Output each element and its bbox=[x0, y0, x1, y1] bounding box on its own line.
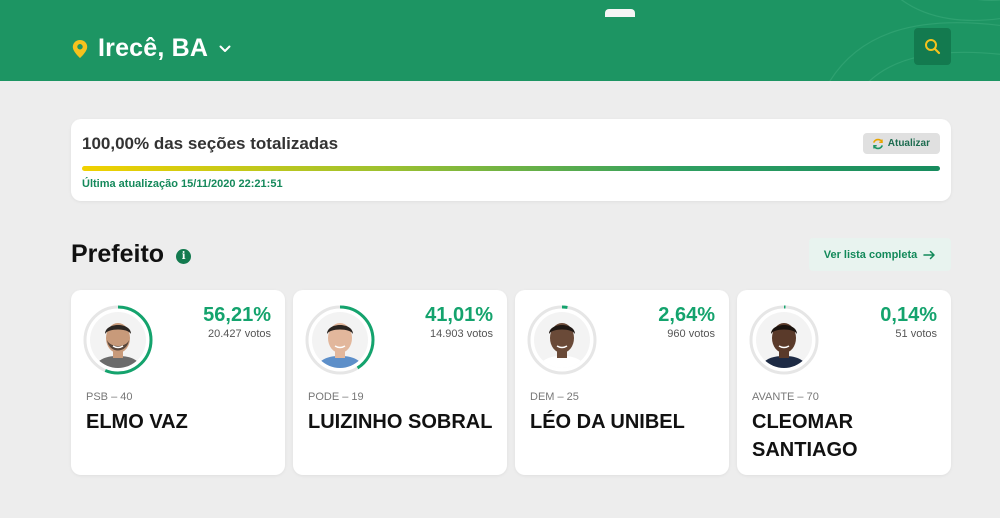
see-full-list-button[interactable]: Ver lista completa bbox=[809, 238, 951, 271]
party-number: PODE – 19 bbox=[308, 391, 364, 403]
location-selector[interactable]: Irecê, BA bbox=[72, 34, 231, 63]
candidate-cards: 56,21% 20.427 votos PSB – 40 ELMO VAZ 41… bbox=[71, 290, 951, 475]
candidate-card[interactable]: 0,14% 51 votos AVANTE – 70 CLEOMAR SANTI… bbox=[737, 290, 951, 475]
candidate-card[interactable]: 2,64% 960 votos DEM – 25 LÉO DA UNIBEL bbox=[515, 290, 729, 475]
candidate-photo bbox=[756, 312, 812, 368]
candidate-name: LÉO DA UNIBEL bbox=[530, 411, 685, 433]
candidate-card[interactable]: 41,01% 14.903 votos PODE – 19 LUIZINHO S… bbox=[293, 290, 507, 475]
refresh-button[interactable]: Atualizar bbox=[862, 133, 940, 154]
candidate-photo bbox=[90, 312, 146, 368]
search-button[interactable] bbox=[914, 28, 951, 65]
vote-percentage: 2,64% bbox=[658, 304, 715, 326]
location-pin-icon bbox=[72, 39, 88, 58]
candidate-avatar bbox=[527, 305, 597, 375]
totalization-status-card: 100,00% das seções totalizadas Atualizar… bbox=[71, 119, 951, 201]
progress-fill bbox=[82, 166, 940, 171]
vote-count: 960 votos bbox=[667, 328, 715, 340]
vote-percentage: 56,21% bbox=[203, 304, 271, 326]
candidate-photo bbox=[534, 312, 590, 368]
top-header: Irecê, BA bbox=[0, 0, 1000, 81]
vote-percentage: 0,14% bbox=[880, 304, 937, 326]
vote-count: 51 votos bbox=[895, 328, 937, 340]
decorative-waves bbox=[829, 0, 1000, 81]
search-icon bbox=[925, 39, 941, 55]
vote-percentage: 41,01% bbox=[425, 304, 493, 326]
vote-count: 20.427 votos bbox=[208, 328, 271, 340]
last-update-text: Última atualização 15/11/2020 22:21:51 bbox=[82, 178, 283, 190]
chevron-down-icon bbox=[219, 45, 231, 52]
info-icon[interactable]: i bbox=[176, 248, 192, 264]
totalization-title: 100,00% das seções totalizadas bbox=[82, 134, 339, 153]
candidate-card[interactable]: 56,21% 20.427 votos PSB – 40 ELMO VAZ bbox=[71, 290, 285, 475]
vote-count: 14.903 votos bbox=[430, 328, 493, 340]
see-full-list-label: Ver lista completa bbox=[823, 248, 918, 261]
section-title: Prefeito bbox=[71, 240, 165, 268]
header-tab-indicator bbox=[605, 9, 635, 17]
party-number: PSB – 40 bbox=[86, 391, 133, 403]
location-name: Irecê, BA bbox=[98, 34, 209, 62]
section-header: Prefeito i bbox=[71, 240, 192, 269]
totalization-progress-bar bbox=[82, 166, 940, 171]
candidate-avatar bbox=[83, 305, 153, 375]
candidate-name: LUIZINHO SOBRAL bbox=[308, 411, 493, 433]
party-number: AVANTE – 70 bbox=[752, 391, 819, 403]
arrow-right-icon bbox=[923, 250, 936, 259]
candidate-name: ELMO VAZ bbox=[86, 411, 188, 433]
candidate-name: CLEOMAR SANTIAGO bbox=[752, 411, 858, 461]
candidate-avatar bbox=[749, 305, 819, 375]
candidate-avatar bbox=[305, 305, 375, 375]
refresh-icon bbox=[872, 138, 883, 149]
refresh-label: Atualizar bbox=[887, 138, 930, 149]
candidate-photo bbox=[312, 312, 368, 368]
party-number: DEM – 25 bbox=[530, 391, 579, 403]
